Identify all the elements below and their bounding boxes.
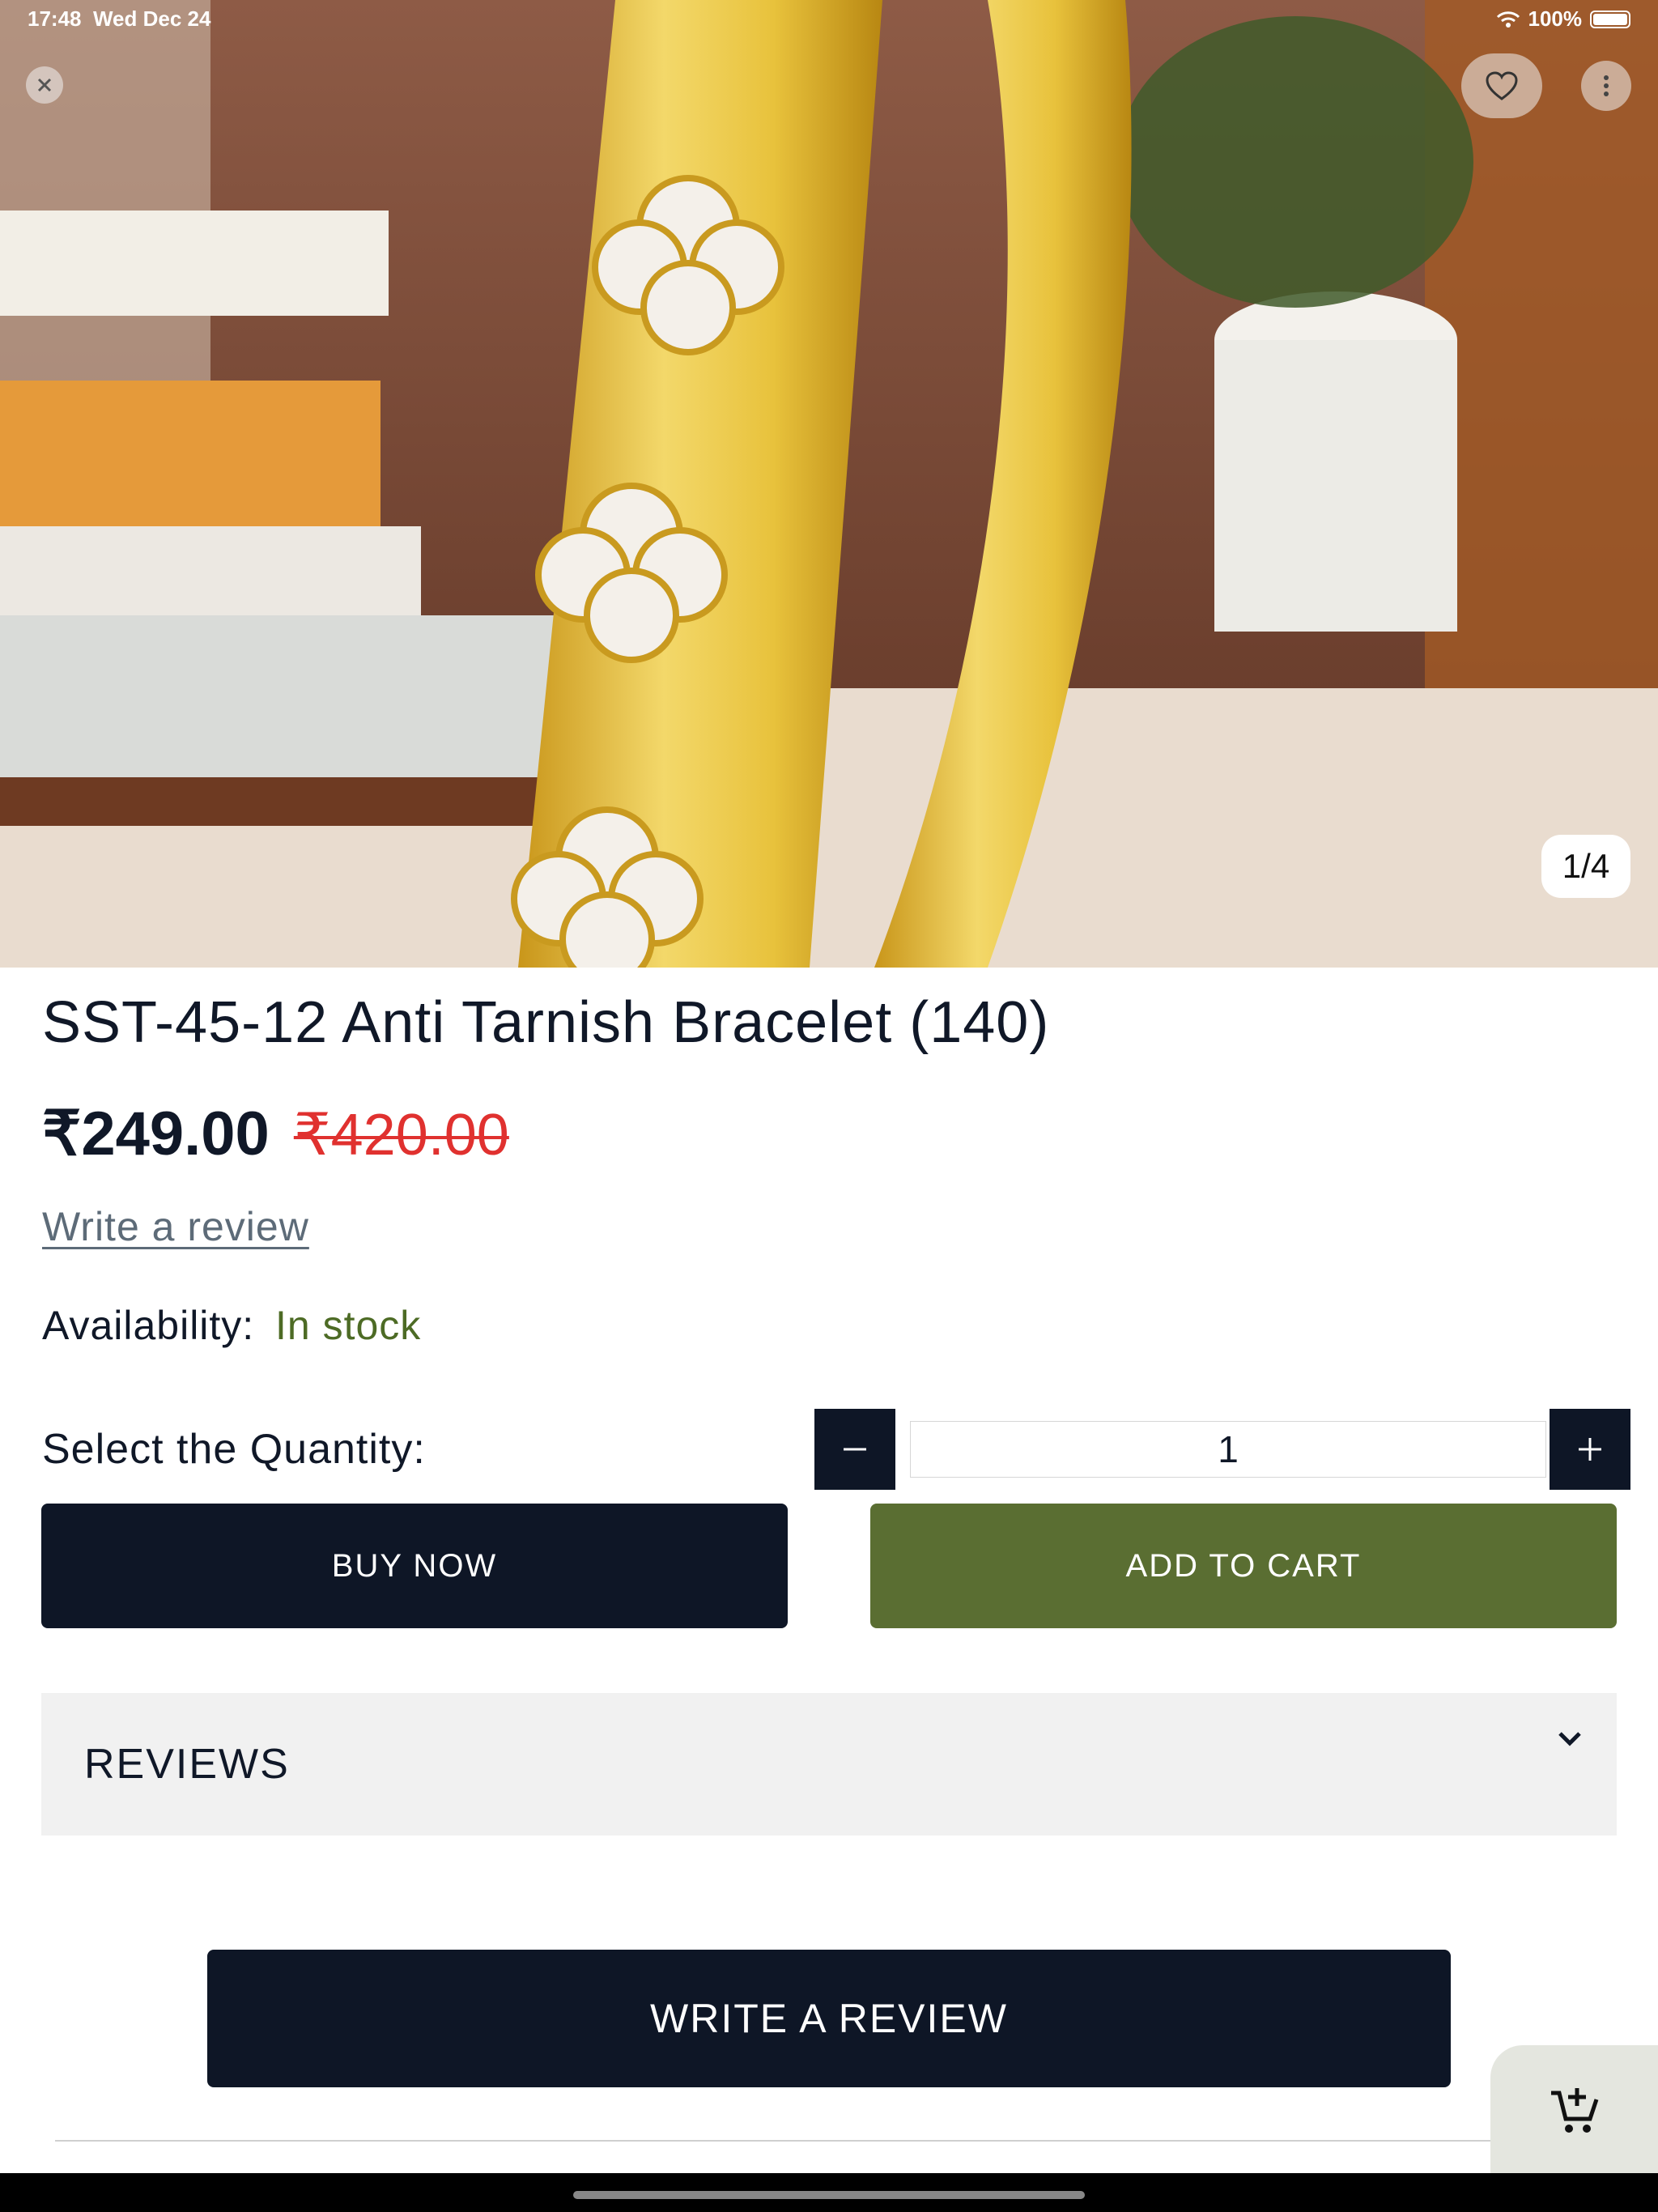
availability-status: In stock: [275, 1303, 422, 1348]
plus-icon: [1579, 1438, 1601, 1461]
battery-icon: [1590, 10, 1630, 28]
reviews-title: REVIEWS: [84, 1741, 290, 1788]
battery-percent: 100%: [1528, 6, 1583, 31]
product-title: SST-45-12 Anti Tarnish Bracelet (140): [42, 990, 1050, 1055]
availability-label: Availability:: [42, 1303, 255, 1348]
quantity-input[interactable]: 1: [910, 1421, 1546, 1478]
quantity-increase-button[interactable]: [1550, 1409, 1630, 1490]
more-options-button[interactable]: [1581, 61, 1631, 111]
write-a-review-button[interactable]: WRITE A REVIEW: [207, 1950, 1451, 2087]
wishlist-button[interactable]: [1461, 53, 1542, 118]
close-icon: [37, 78, 52, 92]
add-to-cart-icon: [1550, 2088, 1598, 2133]
add-to-cart-button[interactable]: ADD TO CART: [870, 1504, 1617, 1628]
status-bar: 17:48 Wed Dec 24 100%: [0, 0, 1658, 37]
price-row: ₹249.00 ₹420.00: [42, 1097, 509, 1169]
reviews-accordion[interactable]: REVIEWS: [41, 1693, 1617, 1836]
wifi-icon: [1496, 11, 1520, 28]
image-counter: 1/4: [1541, 835, 1630, 898]
home-bar: [0, 2173, 1658, 2212]
product-image: [0, 0, 1658, 968]
divider: [55, 2140, 1493, 2142]
chevron-down-icon: [1558, 1732, 1581, 1746]
close-button[interactable]: [26, 66, 63, 104]
status-indicators: 100%: [1496, 6, 1630, 32]
minus-icon: [844, 1448, 866, 1451]
quantity-label: Select the Quantity:: [42, 1426, 426, 1473]
original-price: ₹420.00: [293, 1103, 509, 1168]
write-review-link[interactable]: Write a review: [42, 1203, 309, 1250]
sale-price: ₹249.00: [42, 1100, 270, 1168]
quantity-decrease-button[interactable]: [814, 1409, 895, 1490]
status-time: 17:48 Wed Dec 24: [28, 6, 211, 31]
product-image-gallery[interactable]: 17:48 Wed Dec 24 100% 1/4: [0, 0, 1658, 968]
floating-cart-button[interactable]: [1490, 2045, 1658, 2175]
buy-now-button[interactable]: BUY NOW: [41, 1504, 788, 1628]
more-vertical-icon: [1604, 75, 1609, 96]
heart-icon: [1486, 71, 1518, 100]
home-indicator[interactable]: [573, 2191, 1085, 2199]
